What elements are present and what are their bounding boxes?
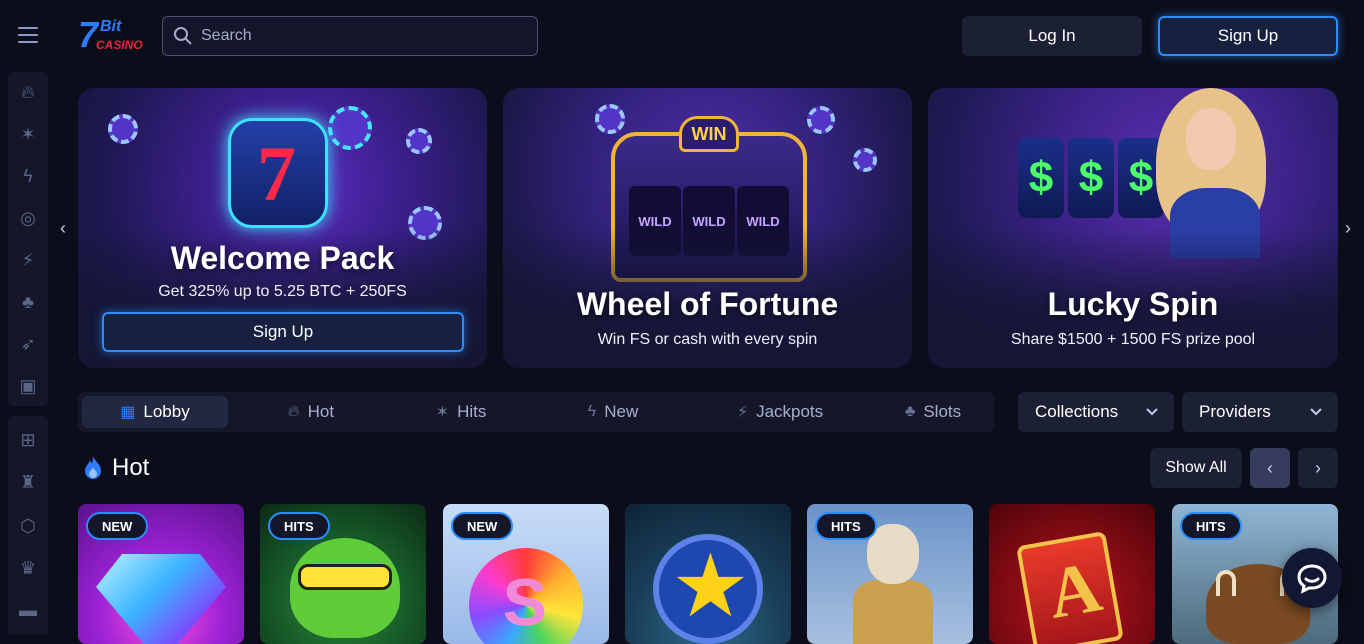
chip-art	[595, 104, 625, 134]
logo[interactable]: 7 Bit CASINO	[78, 14, 148, 56]
tab-hot[interactable]: 🔥︎ Hot	[238, 396, 384, 428]
search-icon	[174, 27, 192, 45]
banner-welcome-pack[interactable]: 7 Welcome Pack Get 325% up to 5.25 BTC +…	[78, 88, 487, 368]
top-bar: 7BitCASINO Log In Sign Up	[0, 0, 1364, 72]
chevron-down-icon	[1310, 408, 1322, 416]
chip-art	[108, 114, 138, 144]
game-tile[interactable]: A	[989, 504, 1155, 644]
signup-button[interactable]: Sign Up	[1158, 16, 1338, 56]
login-button[interactable]: Log In	[962, 16, 1142, 56]
cherries-icon: ♣	[904, 403, 916, 420]
banner-subtitle: Get 325% up to 5.25 BTC + 250FS	[158, 283, 407, 300]
frog-art	[290, 538, 400, 638]
category-tabs: ▦ Lobby 🔥︎ Hot ✶ Hits ϟ New ⚡︎ Jackpots ♣ Slot…	[78, 392, 994, 432]
tab-new[interactable]: ϟ New	[540, 396, 686, 428]
ticket-icon[interactable]: ▬	[18, 600, 38, 620]
banner-subtitle: Win FS or cash with every spin	[597, 331, 818, 348]
star-art: ★	[653, 534, 763, 644]
slot-reel-art: 7	[228, 118, 328, 228]
banner-title: Lucky Spin	[1047, 286, 1219, 322]
chip-art	[406, 128, 432, 154]
chat-icon	[1297, 564, 1327, 594]
chat-button[interactable]	[1282, 548, 1342, 608]
game-tile[interactable]: ★	[625, 504, 791, 644]
fire-icon	[85, 456, 101, 479]
collections-dropdown[interactable]: Collections	[1018, 392, 1174, 432]
menu-icon[interactable]	[18, 27, 38, 43]
card-art: A	[1016, 531, 1124, 644]
new-badge: NEW	[451, 512, 514, 540]
section-title: Hot	[82, 454, 149, 482]
hits-badge: HITS	[815, 512, 877, 540]
cards-icon[interactable]: ▣	[18, 376, 38, 396]
game-tile[interactable]: NEW	[78, 504, 244, 644]
diamond-art	[96, 554, 226, 644]
game-tile[interactable]: HITS	[260, 504, 426, 644]
tab-slots[interactable]: ♣ Slots	[860, 396, 1006, 428]
banner-wheel-of-fortune[interactable]: WIN WILD WILD WILD Wheel of Fortune Win …	[503, 88, 912, 368]
chip-art	[807, 106, 835, 134]
chevron-right-icon[interactable]: ›	[1298, 448, 1338, 488]
gift-icon[interactable]: ⊞	[18, 430, 38, 450]
star-burst-icon[interactable]: ✶	[18, 124, 38, 144]
rocket-icon[interactable]: ➶	[18, 334, 38, 354]
dollar-reel-art: $	[1018, 138, 1064, 218]
game-tile[interactable]: S NEW	[443, 504, 609, 644]
chevron-down-icon	[1146, 408, 1158, 416]
tab-lobby[interactable]: ▦ Lobby	[82, 396, 228, 428]
lightning-icon: ϟ	[587, 403, 597, 420]
sidebar-categories: 🔥︎ ✶ ϟ ◎ ⚡︎ ♣ ➶ ▣	[8, 72, 48, 406]
providers-dropdown[interactable]: Providers	[1182, 392, 1338, 432]
tab-hits[interactable]: ✶ Hits	[388, 396, 534, 428]
cherries-icon[interactable]: ♣	[18, 292, 38, 312]
chevron-left-icon[interactable]: ‹	[1250, 448, 1290, 488]
chip-art	[328, 106, 372, 150]
dollar-reel-art: $	[1068, 138, 1114, 218]
banner-subtitle: Share $1500 + 1500 FS prize pool	[1010, 331, 1256, 348]
crown-icon[interactable]: ♛	[18, 558, 38, 578]
lobby-icon: ▦	[120, 404, 136, 421]
lottery-icon[interactable]: ⬡	[18, 516, 38, 536]
trophy-icon[interactable]: ♜	[18, 472, 38, 492]
carousel-next-icon[interactable]: ›	[1345, 218, 1351, 239]
chip-art	[853, 148, 877, 172]
game-tile[interactable]: HITS	[807, 504, 973, 644]
fire-icon[interactable]: 🔥︎	[18, 82, 38, 102]
sidebar-extras: ⊞ ♜ ⬡ ♛ ▬	[8, 416, 48, 635]
fire-icon: 🔥︎	[287, 403, 300, 420]
hits-badge: HITS	[1180, 512, 1242, 540]
target-icon[interactable]: ◎	[18, 208, 38, 228]
tab-jackpots[interactable]: ⚡︎ Jackpots	[698, 396, 862, 428]
new-badge: NEW	[86, 512, 149, 540]
search-bar[interactable]	[162, 16, 538, 56]
show-all-button[interactable]: Show All	[1150, 448, 1242, 488]
carousel-prev-icon[interactable]: ‹	[60, 218, 66, 239]
hits-badge: HITS	[268, 512, 330, 540]
jackpot-icon: ⚡︎	[736, 404, 749, 421]
zeus-art	[853, 524, 933, 644]
banner-signup-button[interactable]: Sign Up	[102, 312, 464, 352]
jackpot-icon[interactable]: ⚡︎	[18, 250, 38, 270]
search-input[interactable]	[201, 27, 521, 45]
candy-art: S	[469, 548, 583, 644]
banner-lucky-spin[interactable]: $ $ $ Lucky Spin Share $1500 + 1500 FS p…	[928, 88, 1338, 368]
lightning-icon[interactable]: ϟ	[18, 166, 38, 186]
star-burst-icon: ✶	[435, 404, 450, 421]
banner-title: Welcome Pack	[170, 240, 395, 276]
banner-title: Wheel of Fortune	[576, 286, 839, 322]
